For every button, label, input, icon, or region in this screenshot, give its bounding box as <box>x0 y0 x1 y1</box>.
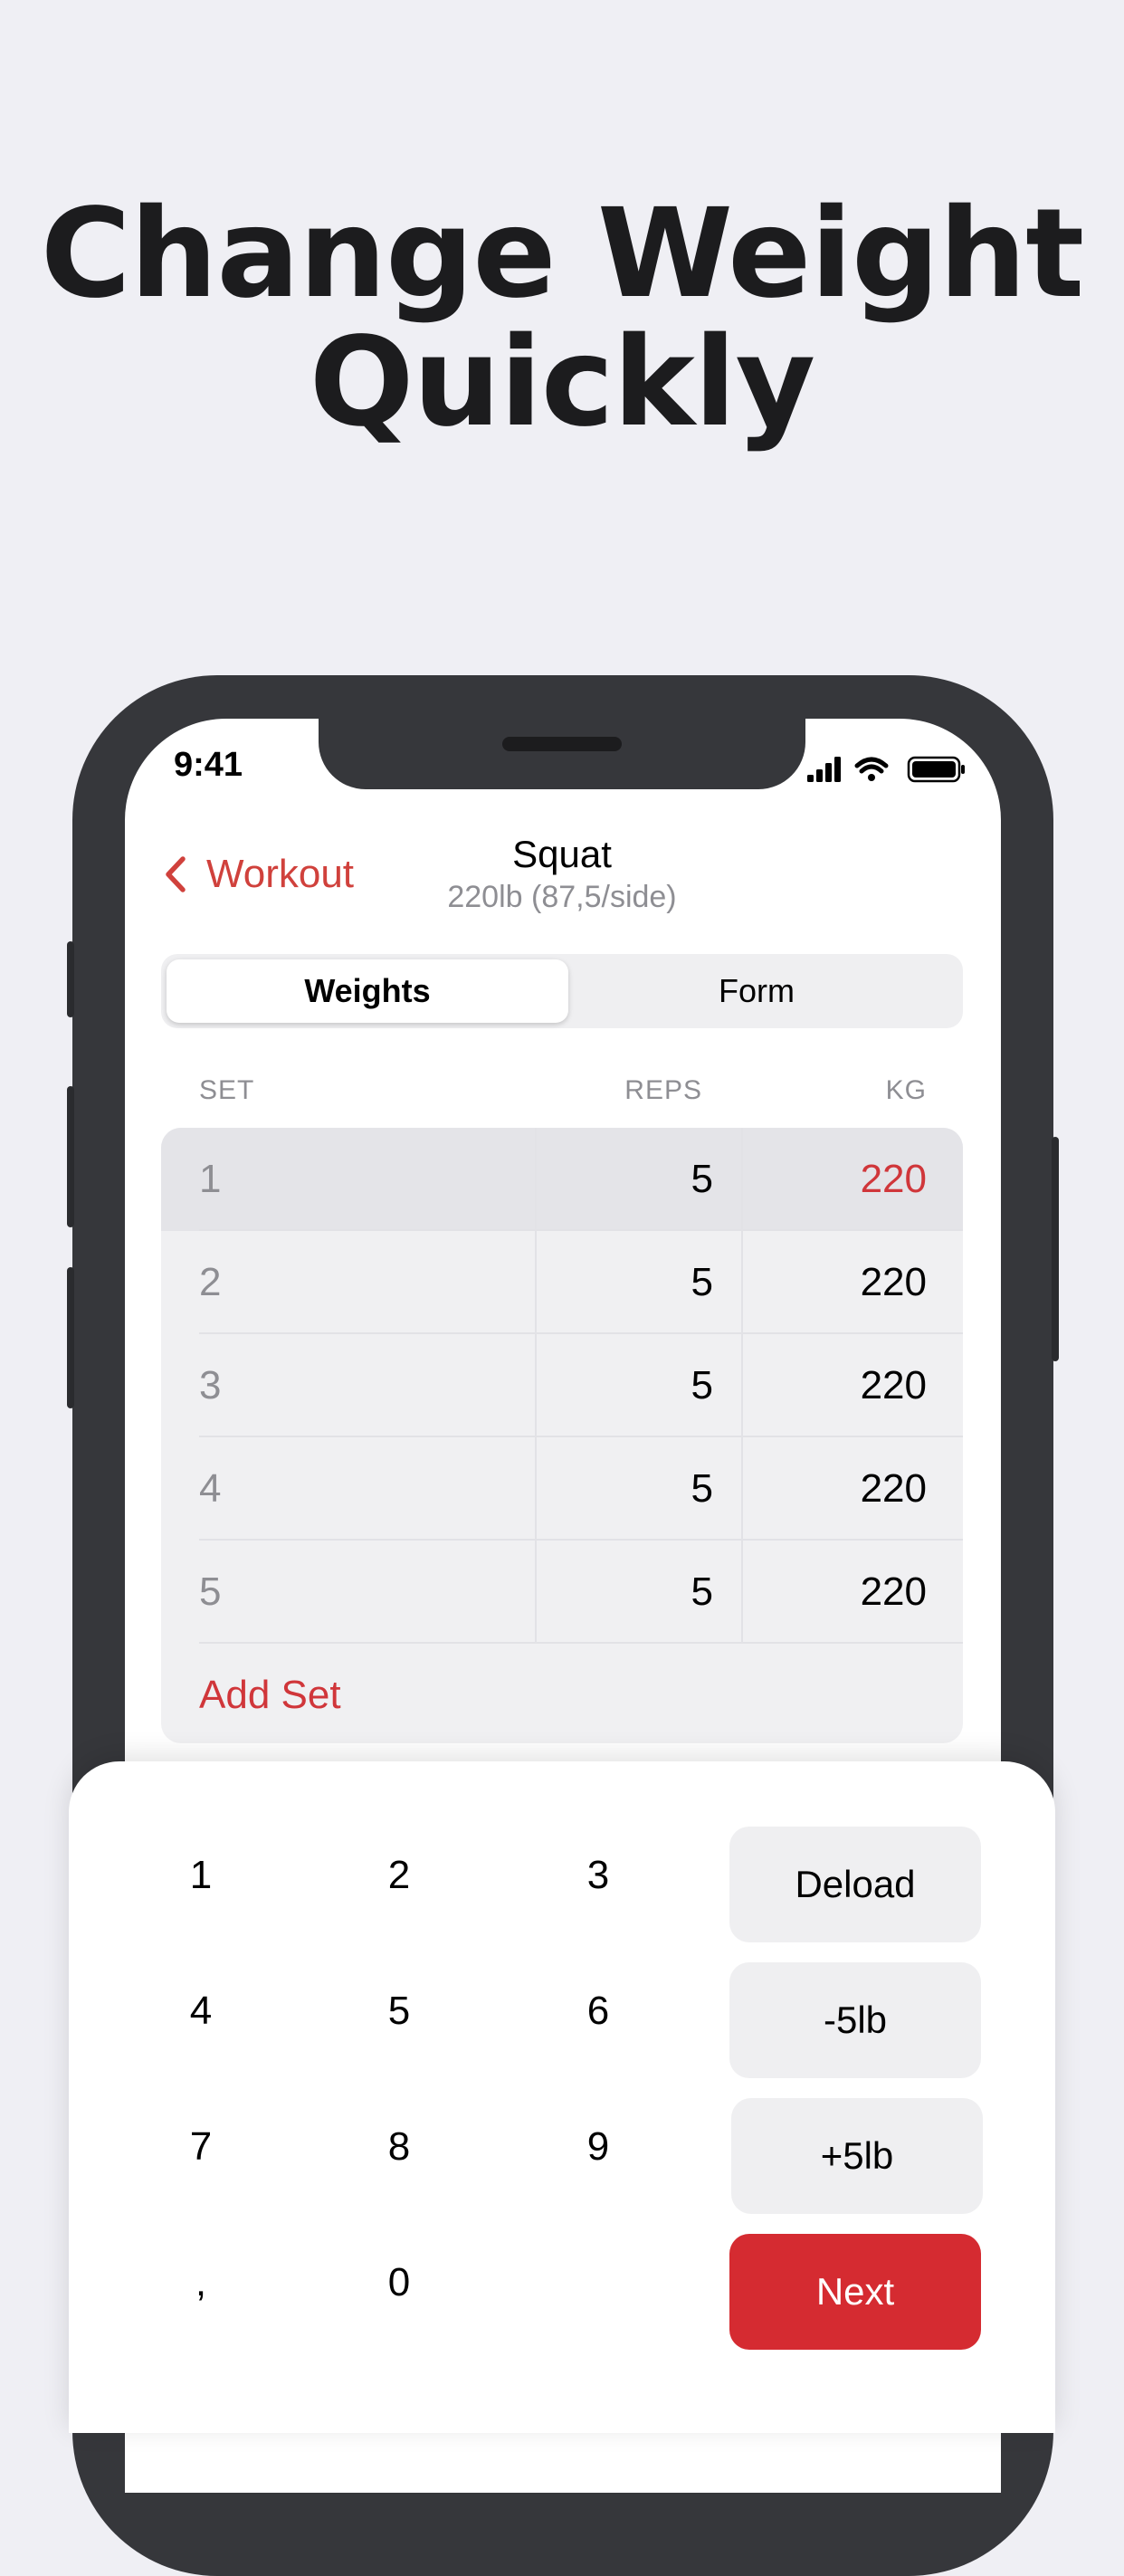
key-6[interactable]: 6 <box>499 1953 698 2069</box>
weight-value[interactable]: 220 <box>742 1334 927 1437</box>
plus-5lb-button[interactable]: +5lb <box>731 2098 983 2214</box>
chevron-left-icon <box>166 856 186 892</box>
column-divider <box>741 1128 743 1644</box>
key-2[interactable]: 2 <box>300 1818 499 1933</box>
wifi-icon <box>854 757 889 781</box>
key-8[interactable]: 8 <box>300 2089 499 2205</box>
headline: Change Weight Quickly <box>0 190 1124 447</box>
set-number: 3 <box>199 1363 222 1407</box>
segment-weights[interactable]: Weights <box>167 959 568 1023</box>
reps-value[interactable]: 5 <box>536 1128 713 1231</box>
column-header-set: SET <box>199 1075 255 1105</box>
key-7[interactable]: 7 <box>101 2089 300 2205</box>
table-row[interactable]: 1 5 220 <box>161 1128 963 1231</box>
add-set-button[interactable]: Add Set <box>199 1644 341 1743</box>
key-3[interactable]: 3 <box>499 1818 698 1933</box>
speaker-grille <box>502 737 622 751</box>
signal-icon <box>807 757 841 782</box>
sets-table: 1 5 220 2 5 220 3 5 220 4 5 220 5 5 220 … <box>161 1128 963 1743</box>
set-number: 1 <box>199 1157 222 1201</box>
next-button[interactable]: Next <box>729 2234 981 2350</box>
deload-button[interactable]: Deload <box>729 1827 981 1942</box>
weight-value[interactable]: 220 <box>742 1231 927 1334</box>
column-header-reps: REPS <box>624 1075 702 1105</box>
status-icons <box>807 756 965 783</box>
nav-subtitle: 220lb (87,5/side) <box>447 880 677 914</box>
weight-value[interactable]: 220 <box>742 1541 927 1644</box>
reps-value[interactable]: 5 <box>536 1541 713 1644</box>
weight-value[interactable]: 220 <box>742 1128 927 1231</box>
key-9[interactable]: 9 <box>499 2089 698 2205</box>
volume-up-button <box>67 1086 74 1227</box>
set-number: 4 <box>199 1466 222 1511</box>
table-row[interactable]: 4 5 220 <box>161 1437 963 1541</box>
key-0[interactable]: 0 <box>300 2225 499 2341</box>
headline-line-2: Quickly <box>309 311 815 454</box>
column-divider <box>535 1128 537 1644</box>
nav-title: Squat <box>512 833 612 875</box>
key-1[interactable]: 1 <box>101 1818 300 1933</box>
numeric-keypad: 1 2 3 Deload 4 5 6 -5lb 7 8 9 +5lb , 0 N… <box>69 1761 1055 2433</box>
table-row[interactable]: 5 5 220 <box>161 1541 963 1644</box>
segment-form[interactable]: Form <box>556 959 957 1023</box>
volume-down-button <box>67 1267 74 1408</box>
reps-value[interactable]: 5 <box>536 1231 713 1334</box>
weight-value[interactable]: 220 <box>742 1437 927 1541</box>
reps-value[interactable]: 5 <box>536 1334 713 1437</box>
reps-value[interactable]: 5 <box>536 1437 713 1541</box>
table-row[interactable]: 2 5 220 <box>161 1231 963 1334</box>
battery-icon <box>907 756 965 783</box>
status-time: 9:41 <box>174 746 243 784</box>
key-5[interactable]: 5 <box>300 1953 499 2069</box>
set-number: 2 <box>199 1260 222 1304</box>
headline-line-1: Change Weight <box>40 183 1084 326</box>
segmented-control: Weights Form <box>161 954 963 1028</box>
table-row[interactable]: 3 5 220 <box>161 1334 963 1437</box>
key-4[interactable]: 4 <box>101 1953 300 2069</box>
power-button <box>1052 1137 1059 1361</box>
mute-switch <box>67 941 74 1017</box>
minus-5lb-button[interactable]: -5lb <box>729 1962 981 2078</box>
column-header-kg: KG <box>885 1075 927 1105</box>
key-comma[interactable]: , <box>101 2225 300 2341</box>
notch <box>319 719 805 789</box>
set-number: 5 <box>199 1569 222 1614</box>
